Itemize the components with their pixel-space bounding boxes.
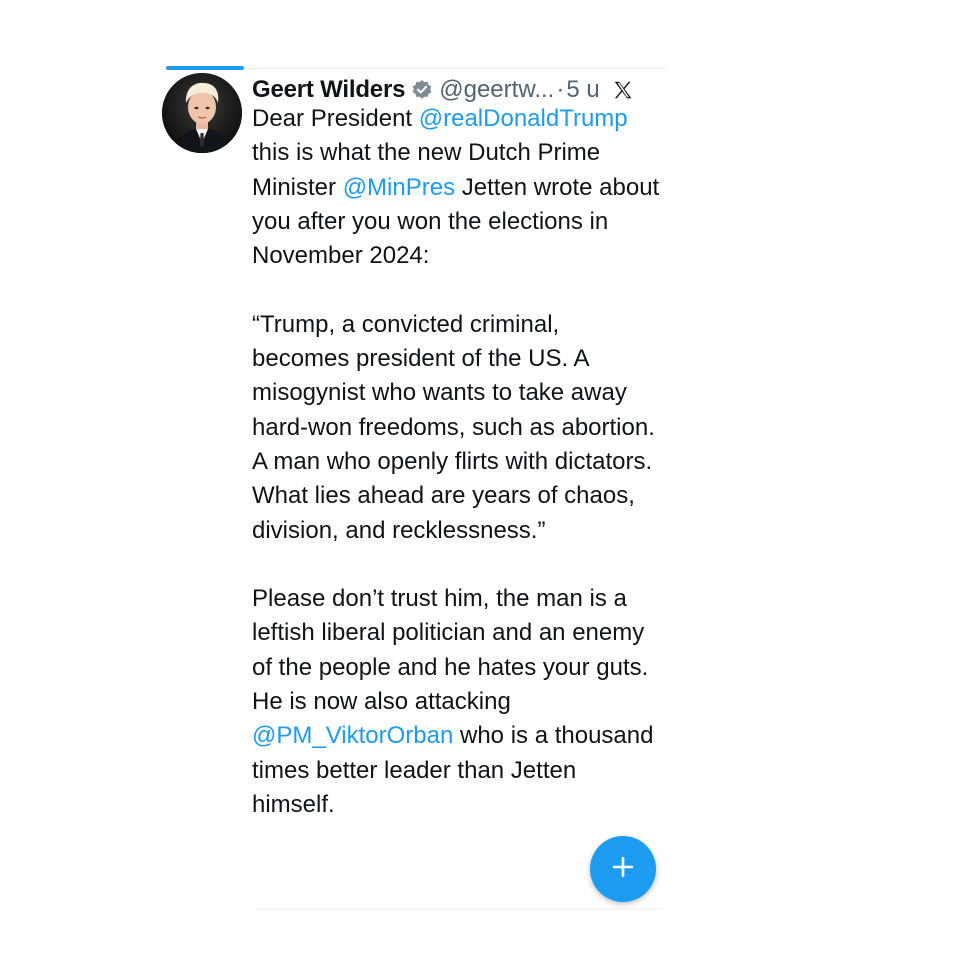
mention-link[interactable]: @MinPres <box>343 174 455 201</box>
tweet-text: Dear President @realDonaldTrump this is … <box>252 102 661 822</box>
tweet-paragraph: Please don’t trust him, the man is a lef… <box>252 582 661 822</box>
divider <box>256 908 661 910</box>
plus-icon <box>610 854 636 885</box>
tweet-text-segment: Please don’t trust him, the man is a lef… <box>252 585 649 716</box>
compose-button[interactable] <box>590 836 656 902</box>
x-logo-icon <box>612 79 634 101</box>
tweet-card: Geert Wilders @geertw... · 5 u Dear Pres… <box>162 62 667 918</box>
author-handle[interactable]: @geertw... <box>439 76 554 104</box>
tweet-text-segment: “Trump, a convicted criminal, becomes pr… <box>252 310 655 544</box>
author-name[interactable]: Geert Wilders <box>252 76 405 104</box>
separator-dot: · <box>556 76 565 103</box>
tweet-text-segment: Dear President <box>252 105 419 132</box>
verified-badge-icon <box>411 79 433 101</box>
mention-link[interactable]: @PM_ViktorOrban <box>252 722 453 749</box>
tweet-paragraph: “Trump, a convicted criminal, becomes pr… <box>252 308 661 548</box>
tweet-paragraph: Dear President @realDonaldTrump this is … <box>252 102 661 273</box>
tweet-time[interactable]: 5 u <box>566 76 599 104</box>
avatar[interactable] <box>162 73 242 153</box>
divider <box>244 68 667 69</box>
mention-link[interactable]: @realDonaldTrump <box>419 105 628 132</box>
tab-indicator <box>166 66 244 70</box>
